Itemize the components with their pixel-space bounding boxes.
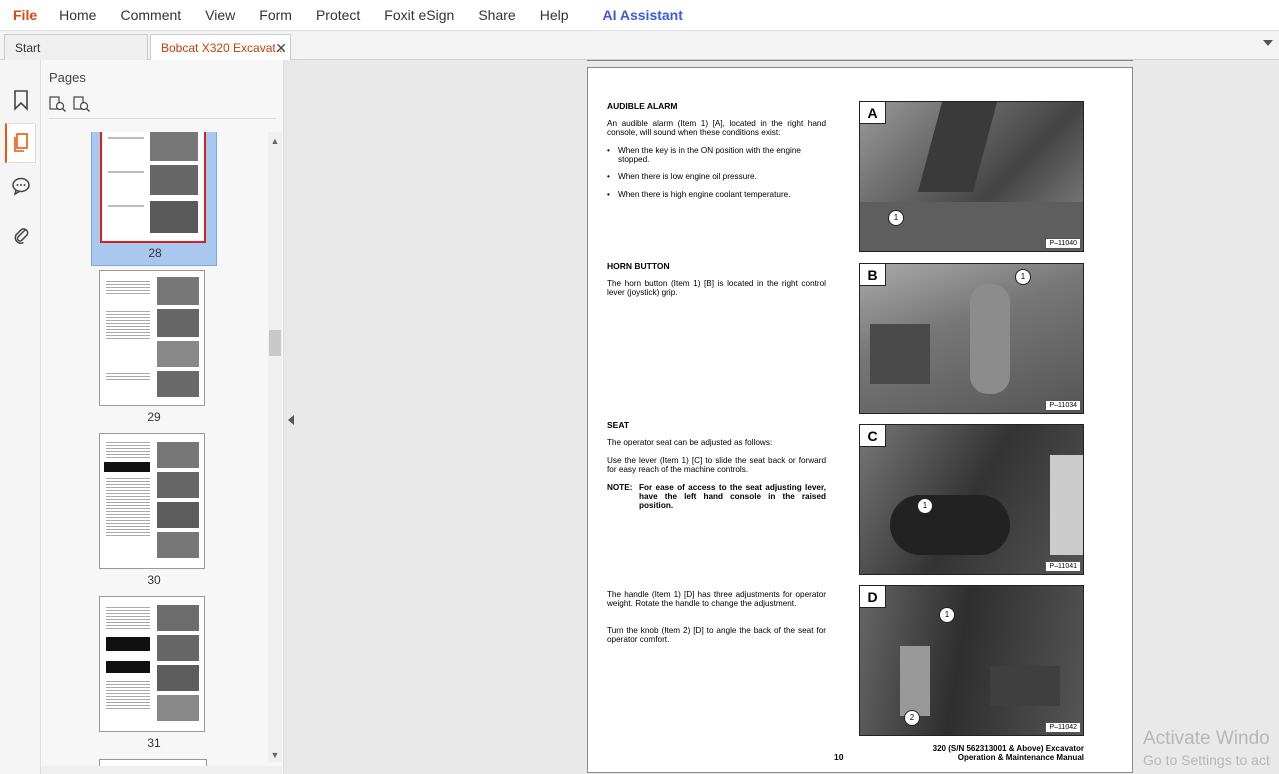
bullet-item: When there is high engine coolant temper… [607,190,826,199]
paragraph: The horn button (Item 1) [B] is located … [607,279,826,297]
thumbnail-page-number: 28 [148,246,162,260]
thumbnail-zoom-in-icon [49,96,66,112]
thumbnail-zoom-out-button[interactable] [73,95,91,113]
figure-d: D 1 2 P–11042 [859,585,1084,736]
tab-document[interactable]: Bobcat X320 Excavat... ✕ [150,34,291,60]
previous-page-edge [587,60,1133,61]
chevron-down-icon[interactable]: ▼ [270,750,280,760]
tab-bar: Start Bobcat X320 Excavat... ✕ [0,31,1279,60]
navigation-rail [0,60,41,774]
thumbnail-zoom-in-button[interactable] [49,95,67,113]
activation-watermark-sub: Go to Settings to act [1143,752,1270,768]
thumbnail-zoom-out-icon [73,96,90,112]
paragraph: An audible alarm (Item 1) [A], located i… [607,119,826,137]
note-text: For ease of access to the seat adjusting… [639,483,826,510]
collapse-panel-icon[interactable] [288,415,294,425]
figure-letter: D [860,586,886,608]
thumbnail-page-number: 30 [147,573,161,587]
figure-b: B 1 P–11034 [859,263,1084,414]
bullet-item: When the key is in the ON position with … [607,146,826,164]
figure-code: P–11034 [1045,400,1081,411]
pages-panel: Pages 28 29 30 31 ▲ ▼ [41,60,284,774]
tab-start[interactable]: Start [4,34,148,60]
tab-document-label: Bobcat X320 Excavat... [161,41,286,55]
callout: 1 [888,210,904,226]
thumbnail-image [100,132,206,243]
figure-code: P–11041 [1045,561,1081,572]
thumbnail-list: 28 29 30 31 [41,132,268,766]
menu-view[interactable]: View [193,0,247,31]
callout: 1 [917,498,933,514]
menu-form[interactable]: Form [247,0,304,31]
panel-divider [49,118,276,119]
thumbnail-page-30[interactable]: 30 [91,433,217,593]
menu-comment[interactable]: Comment [108,0,193,31]
thumbnail-page-number: 29 [147,410,161,424]
bookmarks-button[interactable] [5,80,36,120]
thumbnail-image [99,596,205,732]
menu-help[interactable]: Help [528,0,581,31]
figure-letter: A [860,102,886,124]
figure-a: A 1 P–11040 [859,101,1084,252]
comment-icon [11,177,30,196]
close-icon[interactable]: ✕ [275,35,287,61]
footer-line-1: 320 (S/N 562313001 & Above) Excavator [932,744,1084,753]
thumbnail-page-number: 31 [147,736,161,750]
menu-protect[interactable]: Protect [304,0,372,31]
chevron-down-icon[interactable] [1263,40,1273,46]
figure-letter: B [860,264,886,286]
scrollbar-thumb[interactable] [269,330,281,356]
paragraph: Use the lever (Item 1) [C] to slide the … [607,456,826,474]
thumbnail-page-next[interactable] [99,759,207,766]
attachment-icon [14,228,28,244]
panel-title: Pages [49,70,86,85]
menu-ai-assistant[interactable]: AI Assistant [581,0,695,31]
paragraph: Turn the knob (Item 2) [D] to angle the … [607,626,826,644]
note-label: NOTE: [607,483,633,492]
figure-code: P–11042 [1045,722,1081,733]
thumbnail-page-28[interactable]: 28 [91,132,217,266]
page-number: 10 [834,752,844,762]
bullet-item: When there is low engine oil pressure. [607,172,826,181]
footer-line-2: Operation & Maintenance Manual [957,753,1084,762]
figure-c: C 1 P–11041 [859,424,1084,575]
section-title: AUDIBLE ALARM [607,101,678,111]
callout: 1 [939,607,955,623]
activation-watermark: Activate Windo [1143,728,1270,749]
menu-file[interactable]: File [0,0,49,31]
thumbnail-page-29[interactable]: 29 [91,270,217,430]
paragraph: The operator seat can be adjusted as fol… [607,438,773,447]
paragraph: The handle (Item 1) [D] has three adjust… [607,590,826,608]
chevron-up-icon[interactable]: ▲ [270,136,280,146]
figure-code: P–11040 [1045,238,1081,249]
section-title: SEAT [607,420,630,430]
callout: 1 [1015,269,1031,285]
bookmark-icon [13,90,28,111]
comments-button[interactable] [5,166,36,206]
thumbnail-scrollbar[interactable]: ▲ ▼ [268,132,282,762]
pages-button[interactable] [5,123,36,163]
menu-share[interactable]: Share [466,0,527,31]
thumbnail-image [99,270,205,406]
attachments-button[interactable] [5,214,36,254]
menu-bar: File Home Comment View Form Protect Foxi… [0,0,1279,31]
tab-start-label: Start [15,41,41,55]
pages-icon [14,133,28,152]
callout: 2 [904,710,920,726]
pdf-page: AUDIBLE ALARM An audible alarm (Item 1) … [587,67,1133,773]
page-footer: 320 (S/N 562313001 & Above) Excavator Op… [933,744,1084,762]
thumbnail-page-31[interactable]: 31 [91,596,217,756]
figure-letter: C [860,425,886,447]
document-view: AUDIBLE ALARM An audible alarm (Item 1) … [297,60,1279,774]
menu-foxit-esign[interactable]: Foxit eSign [372,0,466,31]
menu-home[interactable]: Home [49,0,108,31]
thumbnail-image [99,433,205,569]
section-title: HORN BUTTON [607,261,670,271]
horizontal-scrollbar[interactable] [41,766,282,774]
